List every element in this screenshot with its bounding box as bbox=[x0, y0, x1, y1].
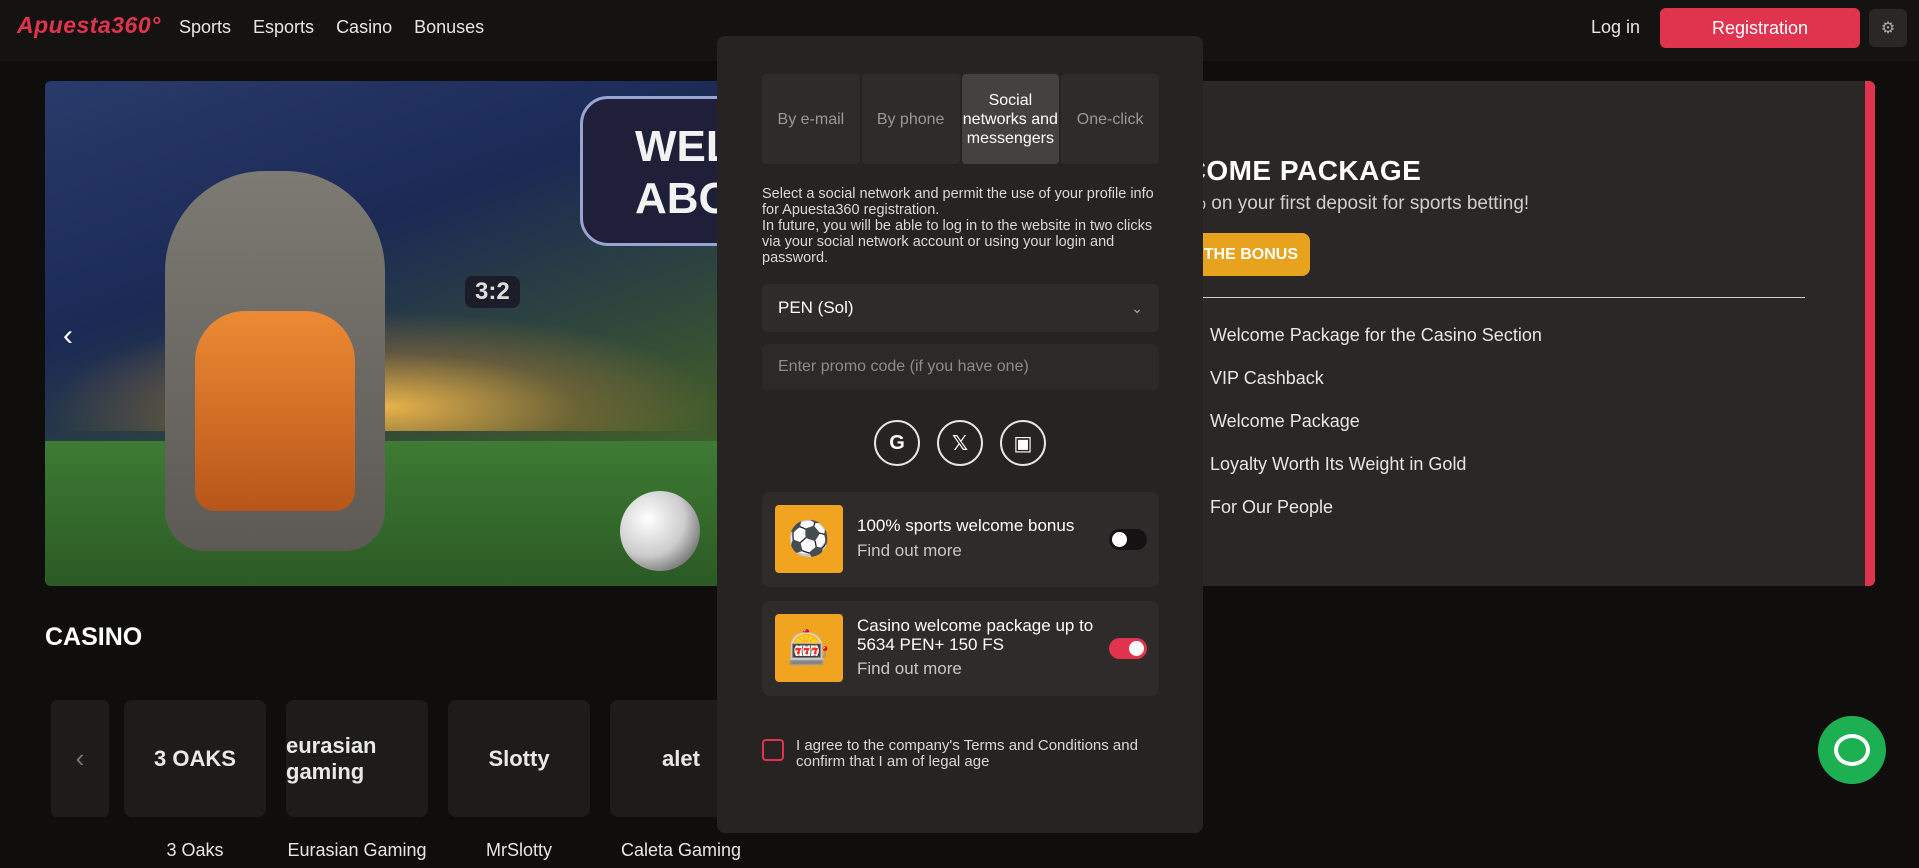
banner-prev-icon[interactable]: ‹ bbox=[63, 319, 73, 353]
slot-machine-icon: 🎰 bbox=[775, 614, 843, 682]
currency-value: PEN (Sol) bbox=[778, 298, 854, 317]
x-icon[interactable]: 𝕏 bbox=[937, 420, 983, 466]
tab-one-click[interactable]: One-click bbox=[1061, 74, 1159, 164]
banner-image: WELC ABOA 3:2 ‹ bbox=[45, 81, 765, 586]
terms-text: I agree to the company's Terms and Condi… bbox=[796, 737, 1138, 770]
description-line-1: Select a social network and permit the u… bbox=[762, 186, 1154, 218]
description-line-2: In future, you will be able to log in to… bbox=[762, 218, 1153, 266]
welcome-package-subtitle: 00% on your first deposit for sports bet… bbox=[1168, 193, 1530, 214]
soccer-ball-icon: ⚽ bbox=[775, 505, 843, 573]
nav-bonuses[interactable]: Bonuses bbox=[414, 17, 484, 38]
casino-section-title: CASINO bbox=[45, 623, 143, 651]
provider-name[interactable]: Caleta Gaming bbox=[610, 840, 752, 861]
currency-select[interactable]: PEN (Sol) ⌄ bbox=[762, 284, 1159, 332]
main-nav: Sports Esports Casino Bonuses bbox=[179, 17, 484, 38]
registration-tabs: By e-mail By phone Social networks and m… bbox=[762, 74, 1159, 164]
nav-sports[interactable]: Sports bbox=[179, 17, 231, 38]
sports-bonus-toggle[interactable] bbox=[1109, 529, 1147, 550]
bonus-card-sports[interactable]: ⚽ 100% sports welcome bonus Find out mor… bbox=[762, 492, 1159, 587]
chat-icon[interactable] bbox=[1818, 716, 1886, 784]
chat-bubble-icon bbox=[1834, 734, 1870, 766]
toggle-knob bbox=[1129, 641, 1144, 656]
tab-social[interactable]: Social networks and messengers bbox=[961, 74, 1060, 164]
logo[interactable]: Apuesta360° bbox=[17, 12, 161, 39]
score-badge: 3:2 bbox=[465, 276, 520, 308]
google-icon[interactable]: G bbox=[874, 420, 920, 466]
provider-card-eurasian[interactable]: eurasian gaming bbox=[286, 700, 428, 817]
twitch-icon[interactable]: ▣ bbox=[1000, 420, 1046, 466]
mascot-vest bbox=[195, 311, 355, 511]
welcome-package-title: LCOME PACKAGE bbox=[1168, 155, 1422, 186]
provider-card-3oaks[interactable]: 3 OAKS bbox=[124, 700, 266, 817]
tab-email[interactable]: By e-mail bbox=[762, 74, 860, 164]
accent-bar bbox=[1865, 81, 1875, 586]
soccer-ball bbox=[620, 491, 700, 571]
registration-button[interactable]: Registration bbox=[1660, 8, 1860, 48]
promo-list-item[interactable]: VIP Cashback bbox=[1210, 368, 1542, 411]
provider-card-mrslotty[interactable]: Slotty bbox=[448, 700, 590, 817]
nav-casino[interactable]: Casino bbox=[336, 17, 392, 38]
bonus-title: 100% sports welcome bonus bbox=[857, 516, 1075, 535]
find-out-more-link[interactable]: Find out more bbox=[857, 541, 962, 561]
provider-name[interactable]: 3 Oaks bbox=[124, 840, 266, 861]
divider bbox=[1190, 297, 1805, 298]
promo-list: Welcome Package for the Casino Section V… bbox=[1210, 325, 1542, 540]
bonus-title: Casino welcome package up to 5634 PEN+ 1… bbox=[857, 616, 1094, 654]
promo-list-item[interactable]: Loyalty Worth Its Weight in Gold bbox=[1210, 454, 1542, 497]
providers-prev-icon[interactable]: ‹ bbox=[51, 700, 109, 817]
social-description: Select a social network and permit the u… bbox=[762, 186, 1159, 266]
stadium-lights bbox=[45, 311, 725, 431]
find-out-more-link[interactable]: Find out more bbox=[857, 659, 962, 679]
registration-modal: By e-mail By phone Social networks and m… bbox=[717, 36, 1203, 833]
promo-list-item[interactable]: For Our People bbox=[1210, 497, 1542, 540]
settings-gear-icon[interactable]: ⚙ bbox=[1869, 9, 1907, 47]
social-buttons: G 𝕏 ▣ bbox=[874, 420, 1046, 466]
bonus-card-casino[interactable]: 🎰 Casino welcome package up to 5634 PEN+… bbox=[762, 601, 1159, 696]
provider-name[interactable]: Eurasian Gaming bbox=[286, 840, 428, 861]
promo-list-item[interactable]: Welcome Package bbox=[1210, 411, 1542, 454]
chevron-down-icon: ⌄ bbox=[1131, 299, 1143, 316]
toggle-knob bbox=[1112, 532, 1127, 547]
promo-list-item[interactable]: Welcome Package for the Casino Section bbox=[1210, 325, 1542, 368]
login-link[interactable]: Log in bbox=[1591, 17, 1640, 38]
casino-bonus-toggle[interactable] bbox=[1109, 638, 1147, 659]
terms-checkbox[interactable] bbox=[762, 739, 784, 761]
nav-esports[interactable]: Esports bbox=[253, 17, 314, 38]
provider-name[interactable]: MrSlotty bbox=[448, 840, 590, 861]
tab-phone[interactable]: By phone bbox=[861, 74, 960, 164]
promo-code-input[interactable] bbox=[762, 344, 1159, 390]
